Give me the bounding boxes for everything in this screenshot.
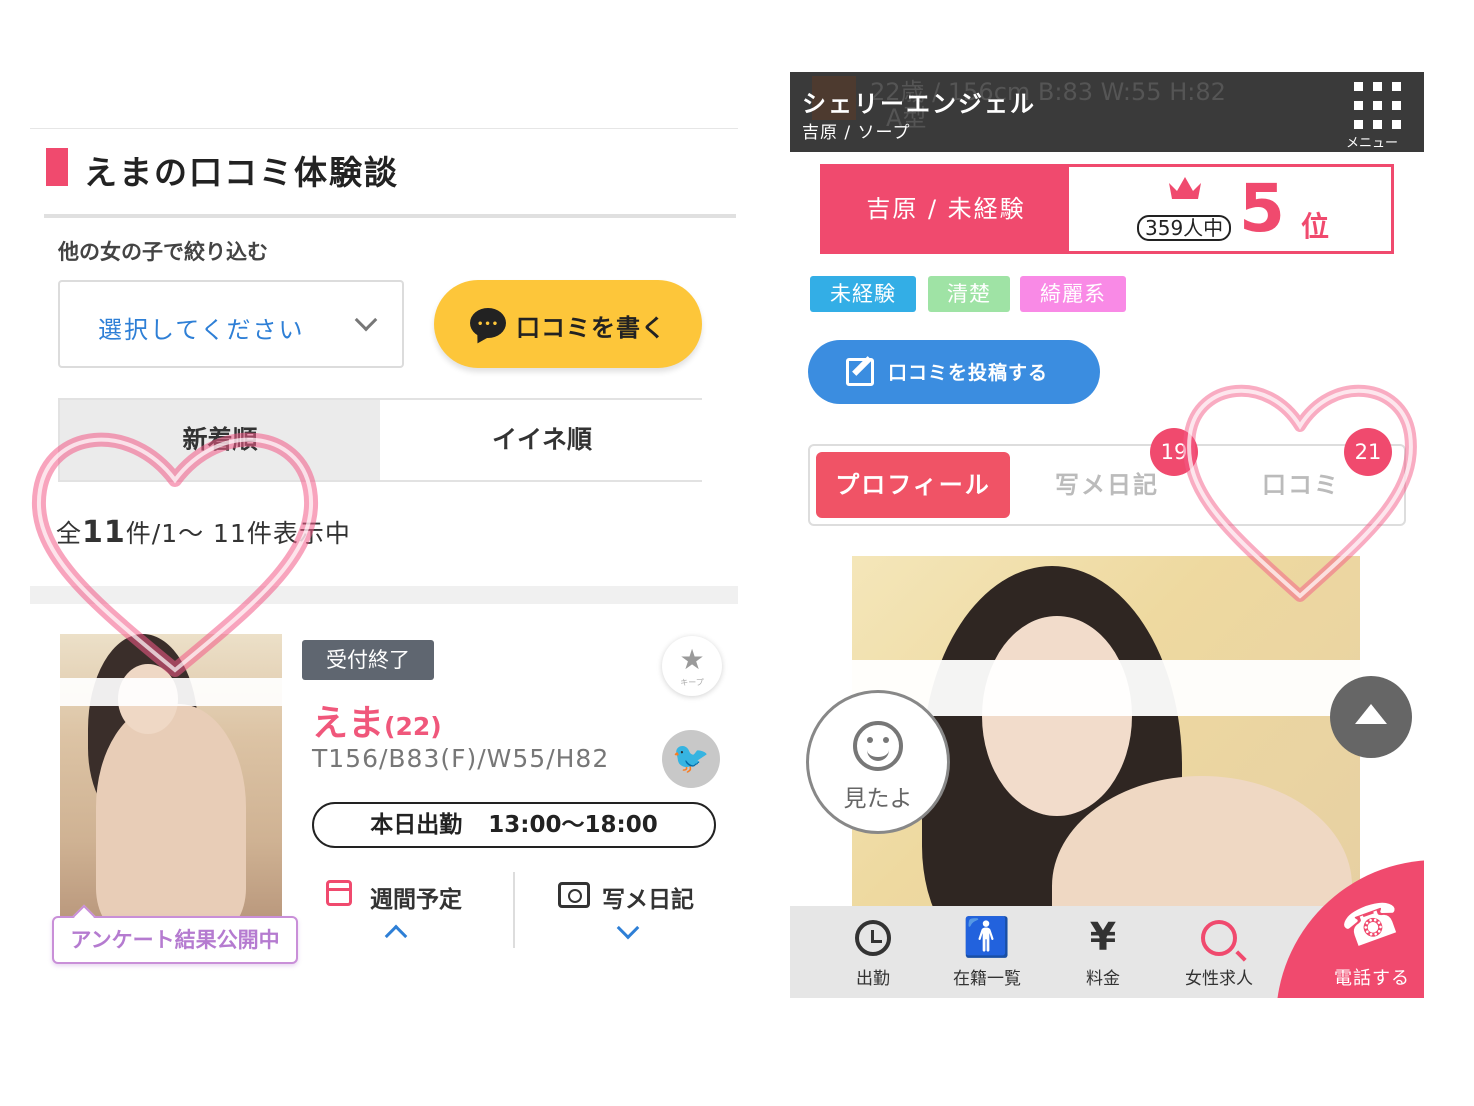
phone-icon: ☎ xyxy=(1334,887,1410,961)
section-separator xyxy=(30,586,738,604)
menu-grid-icon[interactable] xyxy=(1354,82,1402,130)
shop-name[interactable]: シェリーエンジェル xyxy=(802,84,1036,119)
tab-likes[interactable]: イイネ順 xyxy=(382,400,702,480)
nav-label: 出勤 xyxy=(856,969,890,989)
photo-diary-link[interactable]: 写メ日記 xyxy=(602,880,694,914)
sort-tabs: 新着順 イイネ順 xyxy=(58,398,702,482)
keep-button[interactable]: ★ キープ xyxy=(662,636,722,696)
twitter-bird-icon: 🐦 xyxy=(672,741,710,776)
write-review-button[interactable]: ••• 口コミを書く xyxy=(434,280,702,368)
photo-face xyxy=(982,616,1132,816)
review-panel: えまの口コミ体験談 他の女の子で絞り込む 選択してください ••• 口コミを書く… xyxy=(30,120,740,1000)
face-mask-bar xyxy=(852,660,1360,716)
calendar-icon xyxy=(326,880,352,906)
rank-suffix: 位 xyxy=(1301,210,1330,243)
rank-number: 5 xyxy=(1239,170,1285,247)
call-label: 電話する xyxy=(1334,968,1410,989)
select-placeholder: 選択してください xyxy=(98,316,305,344)
shop-area: 吉原 / ソープ xyxy=(802,123,911,143)
result-count: 全11件/1～ 11件表示中 xyxy=(56,515,351,550)
girl-photo[interactable] xyxy=(60,634,282,930)
nav-item-price[interactable]: ¥ 料金 xyxy=(1048,906,1158,998)
chevron-down-icon xyxy=(354,308,378,332)
tab-newest[interactable]: 新着順 xyxy=(60,400,380,480)
camera-icon xyxy=(558,882,590,908)
app-header: 22歳 / 156cm B:83 W:55 H:82 A型 シェリーエンジェル … xyxy=(790,72,1424,152)
ranking-box[interactable]: 吉原 / 未経験 359人中 5 位 xyxy=(820,164,1394,254)
scroll-top-button[interactable] xyxy=(1330,676,1412,758)
nav-item-girls[interactable]: 🚹 在籍一覧 xyxy=(932,906,1042,998)
heading-accent-bar xyxy=(46,148,68,186)
divider xyxy=(44,214,736,218)
keep-label: キープ xyxy=(680,678,704,687)
nav-label: 女性求人 xyxy=(1185,969,1253,989)
divider xyxy=(30,128,738,129)
nav-item-schedule[interactable]: 出勤 xyxy=(818,906,928,998)
girl-measurements: T156/B83(F)/W55/H82 xyxy=(312,744,610,773)
seen-label: 見たよ xyxy=(843,786,913,812)
profile-panel: 22歳 / 156cm B:83 W:55 H:82 A型 シェリーエンジェル … xyxy=(790,72,1424,998)
nav-label: 在籍一覧 xyxy=(953,969,1021,989)
write-review-label: 口コミを書く xyxy=(516,314,666,342)
clock-icon xyxy=(855,920,891,956)
count-badge: 21 xyxy=(1344,428,1392,476)
crown-icon xyxy=(1169,177,1201,199)
nav-item-recruit[interactable]: 女性求人 xyxy=(1164,906,1274,998)
speech-bubble-icon: ••• xyxy=(470,308,506,338)
filter-label: 他の女の子で絞り込む xyxy=(58,240,268,264)
girl-age: (22) xyxy=(384,712,442,741)
post-review-label: 口コミを投稿する xyxy=(888,362,1049,384)
edit-icon xyxy=(846,358,874,386)
rank-category: 吉原 / 未経験 xyxy=(823,167,1069,251)
smile-icon xyxy=(853,721,903,771)
twitter-button[interactable]: 🐦 xyxy=(662,730,720,788)
status-badge: 受付終了 xyxy=(302,640,434,680)
today-shift: 本日出勤 13:00～18:00 xyxy=(312,802,716,848)
survey-badge[interactable]: アンケート結果公開中 xyxy=(52,916,298,964)
nav-label: 料金 xyxy=(1086,969,1120,989)
tab-profile[interactable]: プロフィール xyxy=(816,452,1010,518)
weekly-schedule-link[interactable]: 週間予定 xyxy=(370,880,462,914)
girl-filter-select[interactable]: 選択してください xyxy=(58,280,404,368)
page-title: えまの口コミ体験談 xyxy=(84,153,399,192)
girl-name-text: えま xyxy=(312,703,385,744)
seen-button[interactable]: 見たよ xyxy=(806,690,950,834)
search-user-icon xyxy=(1201,920,1237,956)
tag[interactable]: 綺麗系 xyxy=(1020,276,1126,312)
tag[interactable]: 未経験 xyxy=(810,276,916,312)
menu-label: メニュー xyxy=(1346,136,1399,151)
star-icon: ★ xyxy=(679,643,705,676)
post-review-button[interactable]: 口コミを投稿する xyxy=(808,340,1100,404)
chevron-down-icon[interactable] xyxy=(616,916,640,940)
divider xyxy=(513,872,515,948)
tag[interactable]: 清楚 xyxy=(928,276,1010,312)
chevron-up-icon[interactable] xyxy=(384,924,408,948)
rank-of-count: 359人中 xyxy=(1137,215,1232,241)
yen-icon: ¥ xyxy=(1089,915,1117,959)
face-mask-bar xyxy=(60,678,282,706)
count-badge: 19 xyxy=(1150,428,1198,476)
girl-name[interactable]: えま(22) xyxy=(312,694,442,746)
profile-tabs: プロフィール 写メ日記 口コミ xyxy=(808,444,1406,526)
photo-body xyxy=(96,704,246,930)
person-icon: 🚹 xyxy=(963,915,1011,959)
